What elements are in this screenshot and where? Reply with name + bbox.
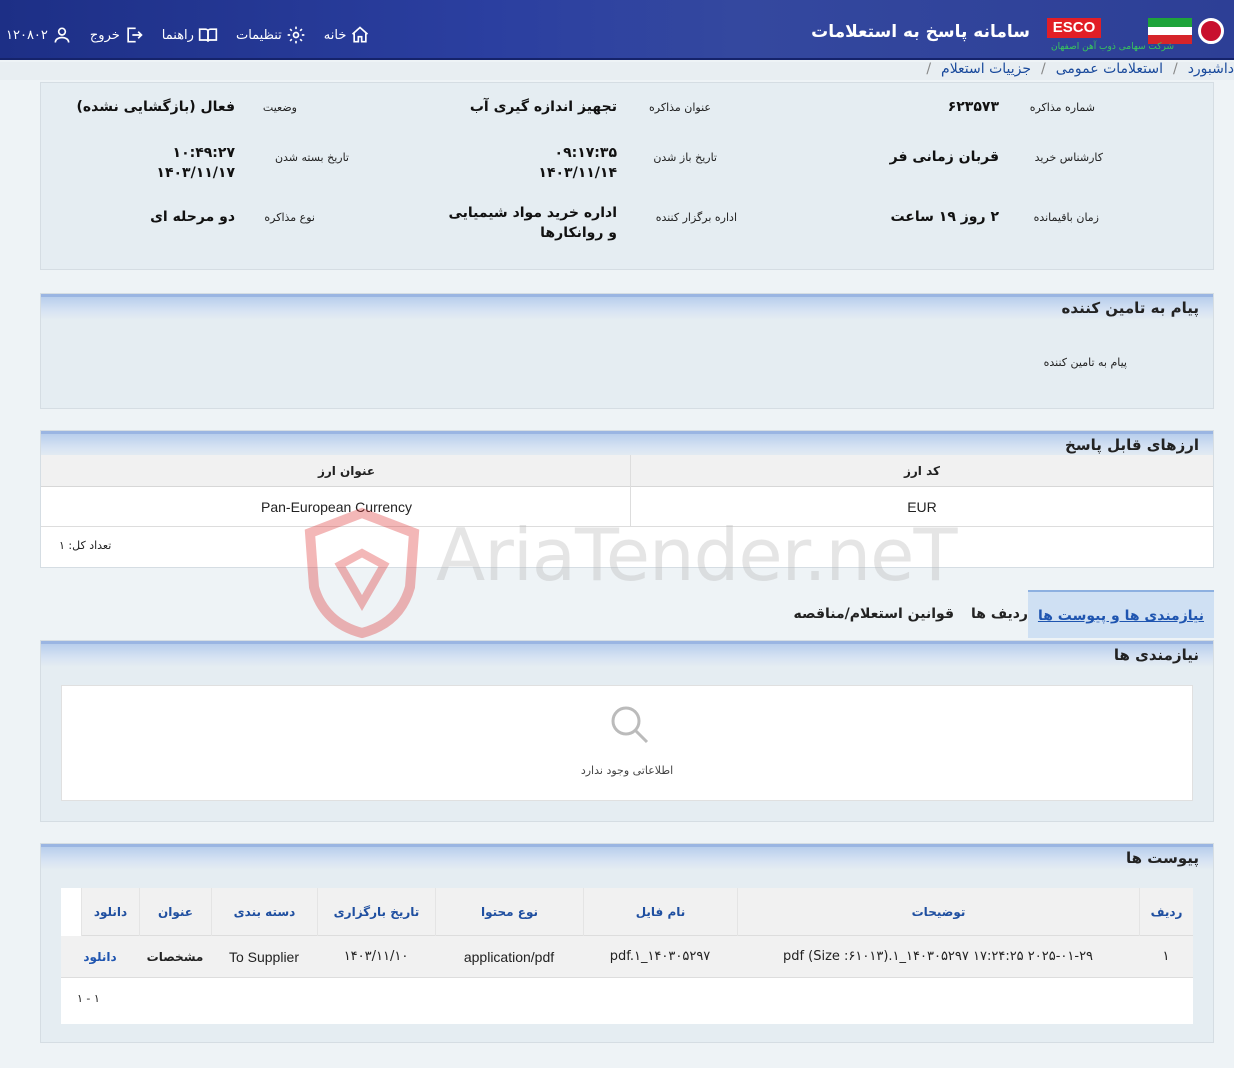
empty-state: اطلاعاتی وجود ندارد xyxy=(61,685,1193,801)
supplier-message-label: پیام به تامین کننده xyxy=(1043,356,1127,369)
tender-info-panel: شماره مذاکره ۶۲۳۵۷۳ کارشناس خرید قربان ز… xyxy=(40,82,1214,270)
tab-needs-attachments[interactable]: نیازمندی ها و پیوست ها xyxy=(1027,590,1214,638)
file-name-cell: pdf.۱_۱۴۰۳۰۵۲۹۷ xyxy=(609,949,711,964)
column-header-category[interactable]: دسته بندی xyxy=(211,888,317,936)
table-pager: ۱ - ۱ xyxy=(61,978,1193,1024)
settings-label: تنظیمات xyxy=(235,27,282,43)
pager-range: ۱ - ۱ xyxy=(77,992,100,1005)
logout-label: خروج xyxy=(89,27,120,43)
column-header-file-name[interactable]: نام فایل xyxy=(583,888,737,936)
column-header-description[interactable]: توضیحات xyxy=(737,888,1139,936)
open-date-label: تاریخ باز شدن xyxy=(653,151,717,164)
table-header: ردیف توضیحات نام فایل نوع محتوا تاریخ با… xyxy=(81,888,1193,936)
tab-bar: نیازمندی ها و پیوست ها ردیف ها قوانین اس… xyxy=(40,590,1214,638)
breadcrumb-separator: / xyxy=(926,61,932,77)
attachments-panel: پیوست ها ردیف توضیحات نام فایل نوع محتوا… xyxy=(40,843,1214,1043)
currencies-panel: ارزهای قابل پاسخ کد ارز عنوان ارز EUR Pa… xyxy=(40,430,1214,568)
search-icon xyxy=(611,706,649,744)
home-link[interactable]: خانه xyxy=(324,25,371,45)
category-cell: To Supplier xyxy=(228,949,300,965)
type-value: دو مرحله ای xyxy=(150,209,235,225)
title-value: تجهیز اندازه گیری آب xyxy=(469,99,617,115)
download-link[interactable]: دانلود xyxy=(61,936,139,978)
expert-value: قربان زمانی فر xyxy=(889,149,999,165)
close-date-label: تاریخ بسته شدن xyxy=(274,151,349,164)
organizer-value-line1: اداره خرید مواد شیمیایی xyxy=(448,205,617,221)
currency-title-cell: Pan-European Currency xyxy=(43,487,631,527)
status-value: فعال (بازگشایی نشده) xyxy=(76,99,235,115)
logout-link[interactable]: خروج xyxy=(90,25,144,45)
status-label: وضعیت xyxy=(262,101,297,114)
company-emblem-icon xyxy=(1198,18,1224,44)
organizer-value-line2: و روانکارها xyxy=(540,225,617,241)
tab-rules[interactable]: قوانین استعلام/مناقصه xyxy=(794,590,954,638)
iran-flag-icon xyxy=(1148,18,1192,44)
close-date-value: ۱۴۰۳/۱۱/۱۷ xyxy=(156,165,235,181)
breadcrumb-separator: / xyxy=(1041,61,1046,77)
panel-title: پیام به تامین کننده xyxy=(41,294,1213,320)
description-cell: pdf (Size :۶۱۰۱۳).۱_۱۴۰۳۰۵۲۹۷ ۱۷:۲۴:۲۵ ۲… xyxy=(782,949,1094,964)
empty-message: اطلاعاتی وجود ندارد xyxy=(580,764,674,777)
home-label: خانه xyxy=(323,27,347,43)
user-icon xyxy=(54,27,70,43)
system-title: سامانه پاسخ به استعلامات xyxy=(811,22,1030,42)
column-header-upload-date[interactable]: تاریخ بارگزاری xyxy=(317,888,435,936)
open-date-value: ۱۴۰۳/۱۱/۱۴ xyxy=(538,165,617,181)
top-header: ESCO شرکت سهامی ذوب آهن اصفهان سامانه پا… xyxy=(0,0,1234,60)
scrollbar-gutter xyxy=(61,888,81,936)
guide-label: راهنما xyxy=(161,27,194,43)
remaining-label: زمان باقیمانده xyxy=(1033,211,1099,224)
esco-logo: ESCO xyxy=(1047,18,1101,38)
upload-date-cell: ۱۴۰۳/۱۱/۱۰ xyxy=(343,949,409,964)
column-header-currency-code[interactable]: کد ارز xyxy=(631,455,1213,487)
title-label: عنوان مذاکره xyxy=(649,101,711,114)
type-label: نوع مذاکره xyxy=(264,211,315,224)
table-header: کد ارز عنوان ارز xyxy=(41,455,1213,487)
table-footer: تعداد کل: ۱ xyxy=(41,527,1213,567)
close-time-value: ۱۰:۴۹:۲۷ xyxy=(172,145,235,161)
top-nav: ۱۲۰۸۰۲ خروج راهنما تنظیمات خانه xyxy=(0,20,370,50)
tender-number-value: ۶۲۳۵۷۳ xyxy=(947,99,999,115)
row-number-cell: ۱ xyxy=(1162,949,1170,964)
column-header-currency-title[interactable]: عنوان ارز xyxy=(63,455,631,487)
breadcrumb-public-inquiries[interactable]: استعلامات عمومی xyxy=(1056,61,1163,77)
organizer-label: اداره برگزار کننده xyxy=(655,211,737,224)
breadcrumb: داشبورد / استعلامات عمومی / جزییات استعل… xyxy=(926,61,1234,77)
panel-title: ارزهای قابل پاسخ xyxy=(41,431,1213,457)
breadcrumb-bar: داشبورد / استعلامات عمومی / جزییات استعل… xyxy=(0,61,1234,80)
supplier-message-panel: پیام به تامین کننده پیام به تامین کننده xyxy=(40,293,1214,409)
gear-icon xyxy=(287,26,305,44)
remaining-value: ۲ روز ۱۹ ساعت xyxy=(890,209,999,225)
content-type-cell: application/pdf xyxy=(463,949,555,965)
tab-rows[interactable]: ردیف ها xyxy=(971,590,1028,638)
breadcrumb-separator: / xyxy=(1172,61,1178,77)
panel-title: پیوست ها xyxy=(41,844,1213,870)
currency-code-cell: EUR xyxy=(907,499,937,515)
company-subtitle: شرکت سهامی ذوب آهن اصفهان xyxy=(1051,42,1174,52)
home-icon xyxy=(352,26,369,43)
table-row[interactable]: EUR Pan-European Currency xyxy=(41,487,1213,527)
open-time-value: ۰۹:۱۷:۳۵ xyxy=(554,145,617,161)
settings-link[interactable]: تنظیمات xyxy=(236,25,306,45)
column-header-title[interactable]: عنوان xyxy=(139,888,211,936)
tender-number-label: شماره مذاکره xyxy=(1029,101,1095,114)
column-header-row[interactable]: ردیف xyxy=(1139,888,1193,936)
column-header-content-type[interactable]: نوع محتوا xyxy=(435,888,583,936)
guide-link[interactable]: راهنما xyxy=(162,25,218,45)
logout-icon xyxy=(127,27,143,43)
needs-panel: نیازمندی ها اطلاعاتی وجود ندارد xyxy=(40,640,1214,822)
breadcrumb-inquiry-details[interactable]: جزییات استعلام xyxy=(941,61,1031,77)
total-count: تعداد کل: ۱ xyxy=(59,539,112,552)
table-row: ۱ pdf (Size :۶۱۰۱۳).۱_۱۴۰۳۰۵۲۹۷ ۱۷:۲۴:۲۵… xyxy=(61,936,1193,978)
user-menu[interactable]: ۱۲۰۸۰۲ xyxy=(6,25,72,45)
panel-title: نیازمندی ها xyxy=(41,641,1213,667)
title-cell: مشخصات xyxy=(146,950,204,964)
expert-label: کارشناس خرید xyxy=(1034,151,1103,164)
breadcrumb-dashboard[interactable]: داشبورد xyxy=(1188,61,1234,77)
book-icon xyxy=(198,28,218,42)
user-number: ۱۲۰۸۰۲ xyxy=(6,27,48,43)
column-header-download[interactable]: دانلود xyxy=(81,888,139,936)
